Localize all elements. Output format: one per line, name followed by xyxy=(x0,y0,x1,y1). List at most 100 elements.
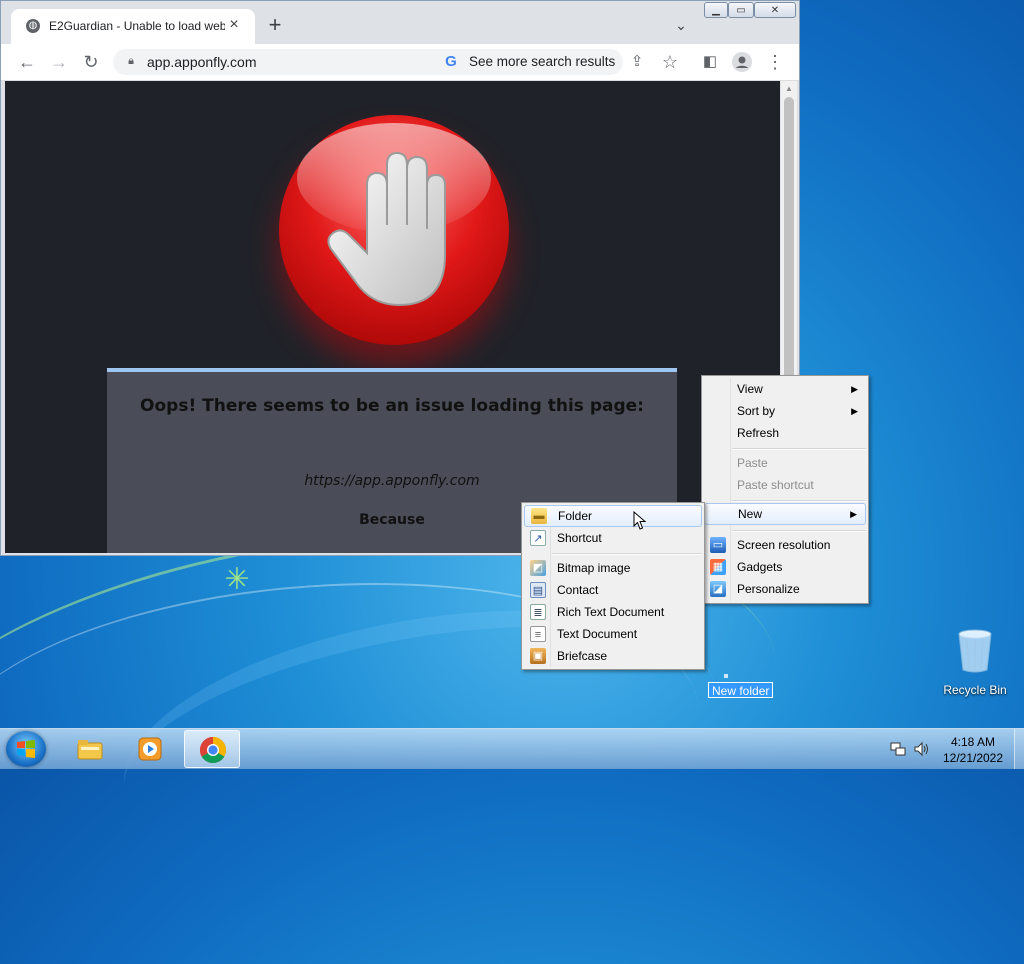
new-submenu: ▬ Folder ↗ Shortcut ◩ Bitmap image ▤ Con… xyxy=(521,502,705,670)
submenu-item-rich-text[interactable]: ≣ Rich Text Document xyxy=(524,601,702,623)
briefcase-icon: ▣ xyxy=(530,648,546,664)
scroll-up-arrow-icon[interactable]: ▲ xyxy=(781,81,797,97)
lock-icon[interactable]: 🔒︎ xyxy=(125,54,137,68)
volume-icon[interactable] xyxy=(914,741,930,757)
menu-item-screen-resolution[interactable]: ▭ Screen resolution xyxy=(704,534,866,556)
scroll-thumb[interactable] xyxy=(784,97,794,397)
url-text[interactable]: app.apponfly.com xyxy=(147,54,256,70)
menu-item-view[interactable]: View ▶ xyxy=(704,378,866,400)
new-folder-name-input[interactable]: New folder xyxy=(708,682,774,698)
text-document-icon: ≡ xyxy=(530,626,546,642)
taskbar-media-player-button[interactable] xyxy=(122,730,178,768)
menu-item-label: Rich Text Document xyxy=(557,605,665,619)
globe-icon: ◍ xyxy=(26,19,40,33)
new-tab-button[interactable]: + xyxy=(263,13,287,37)
maximize-button[interactable]: ▭ xyxy=(728,2,754,18)
new-folder-icon[interactable] xyxy=(724,674,728,678)
side-panel-icon[interactable]: ◧ xyxy=(698,50,722,74)
start-button[interactable] xyxy=(6,731,46,767)
profile-avatar-icon[interactable] xyxy=(730,50,754,74)
menu-item-label: Sort by xyxy=(737,404,776,418)
wallpaper-sparkle-icon: ✳ xyxy=(224,563,250,596)
menu-item-label: Paste xyxy=(737,456,768,470)
menu-item-gadgets[interactable]: ▦ Gadgets xyxy=(704,556,866,578)
file-explorer-icon xyxy=(77,740,103,760)
kebab-menu-icon[interactable]: ⋮ xyxy=(763,50,787,74)
menu-item-label: Gadgets xyxy=(737,560,783,574)
recycle-bin[interactable]: Recycle Bin xyxy=(940,628,1010,697)
close-window-button[interactable]: ✕ xyxy=(754,2,796,18)
minimize-button[interactable]: ▁ xyxy=(704,2,728,18)
shortcut-icon: ↗ xyxy=(530,530,546,546)
menu-item-label: Paste shortcut xyxy=(737,478,814,492)
taskbar-explorer-button[interactable] xyxy=(62,730,118,768)
menu-item-label: Folder xyxy=(558,509,593,523)
reload-icon[interactable]: ↻ xyxy=(79,50,103,74)
rich-text-icon: ≣ xyxy=(530,604,546,620)
submenu-item-text-document[interactable]: ≡ Text Document xyxy=(524,623,702,645)
tab-search-chevron-icon[interactable]: ⌄ xyxy=(671,15,691,35)
bookmark-star-icon[interactable]: ☆ xyxy=(658,50,682,74)
tab-close-icon[interactable]: × xyxy=(225,15,243,35)
media-player-icon xyxy=(138,737,162,761)
menu-item-new[interactable]: New ▶ xyxy=(704,503,866,525)
search-chip[interactable]: See more search results xyxy=(469,54,615,69)
error-title: Oops! There seems to be an issue loading… xyxy=(140,396,644,416)
menu-item-sort-by[interactable]: Sort by ▶ xyxy=(704,400,866,422)
bitmap-icon: ◩ xyxy=(530,560,546,576)
menu-item-label: View xyxy=(737,382,763,396)
clock-date[interactable]: 12/21/2022 xyxy=(936,751,1010,765)
stop-hand-icon xyxy=(279,115,509,345)
recycle-bin-icon xyxy=(958,629,992,673)
menu-item-label: Shortcut xyxy=(557,531,602,545)
recycle-bin-label: Recycle Bin xyxy=(943,683,1007,697)
forward-arrow-icon[interactable]: → xyxy=(47,50,71,74)
folder-icon: ▬ xyxy=(531,508,547,524)
back-arrow-icon[interactable]: ← xyxy=(15,50,39,74)
contact-icon: ▤ xyxy=(530,582,546,598)
share-icon[interactable]: ⇪ xyxy=(625,50,649,74)
windows-logo-icon xyxy=(17,740,35,758)
submenu-item-contact[interactable]: ▤ Contact xyxy=(524,579,702,601)
menu-item-personalize[interactable]: ◪ Personalize xyxy=(704,578,866,600)
page-viewport: Oops! There seems to be an issue loading… xyxy=(5,81,780,553)
browser-window: ◍ E2Guardian - Unable to load web page ×… xyxy=(0,0,800,556)
menu-item-label: Bitmap image xyxy=(557,561,631,575)
submenu-item-folder[interactable]: ▬ Folder xyxy=(524,505,702,527)
clock-time[interactable]: 4:18 AM xyxy=(936,735,1010,749)
taskbar: 4:18 AM 12/21/2022 xyxy=(0,728,1024,769)
menu-separator xyxy=(732,448,866,450)
hand-icon xyxy=(327,151,446,307)
menu-separator xyxy=(552,553,702,555)
menu-item-paste-shortcut: Paste shortcut xyxy=(704,474,866,496)
address-bar[interactable]: 🔒︎ app.apponfly.com G See more search re… xyxy=(113,49,623,75)
menu-item-label: Text Document xyxy=(557,627,638,641)
menu-item-refresh[interactable]: Refresh xyxy=(704,422,866,444)
tab-title: E2Guardian - Unable to load web page xyxy=(49,19,225,33)
desktop-context-menu: View ▶ Sort by ▶ Refresh Paste Paste sho… xyxy=(701,375,869,604)
submenu-item-briefcase[interactable]: ▣ Briefcase xyxy=(524,645,702,667)
menu-item-label: New xyxy=(738,507,763,521)
chrome-icon xyxy=(199,736,227,764)
blocked-url: https://app.apponfly.com xyxy=(304,473,480,489)
browser-tab[interactable]: ◍ E2Guardian - Unable to load web page × xyxy=(11,9,255,44)
network-icon[interactable] xyxy=(890,741,906,757)
menu-separator xyxy=(732,530,866,532)
submenu-item-shortcut[interactable]: ↗ Shortcut xyxy=(524,527,702,549)
submenu-arrow-icon: ▶ xyxy=(850,509,857,519)
menu-separator xyxy=(732,500,866,502)
gadgets-icon: ▦ xyxy=(710,559,726,575)
menu-item-label: Screen resolution xyxy=(737,538,831,552)
menu-item-paste: Paste xyxy=(704,452,866,474)
menu-item-label: Briefcase xyxy=(557,649,608,663)
screen-resolution-icon: ▭ xyxy=(710,537,726,553)
submenu-arrow-icon: ▶ xyxy=(851,406,858,416)
personalize-icon: ◪ xyxy=(710,581,726,597)
submenu-item-bitmap[interactable]: ◩ Bitmap image xyxy=(524,557,702,579)
taskbar-chrome-button[interactable] xyxy=(184,730,240,768)
show-desktop-button[interactable] xyxy=(1014,729,1024,769)
menu-item-label: Refresh xyxy=(737,426,780,440)
google-icon: G xyxy=(445,53,457,70)
menu-item-label: Personalize xyxy=(737,582,800,596)
submenu-arrow-icon: ▶ xyxy=(851,384,858,394)
